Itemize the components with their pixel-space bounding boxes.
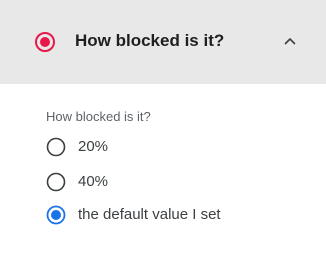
accordion-title: How blocked is it? [75, 31, 225, 50]
radio-option-40[interactable]: 40% [46, 170, 108, 194]
accordion-header[interactable]: How blocked is it? [0, 0, 326, 84]
radio-option-label: 40% [78, 173, 109, 190]
radio-option-default[interactable]: the default value I set [46, 203, 221, 227]
radio-option-label: the default value I set [78, 206, 221, 223]
radio-active-icon [35, 32, 55, 52]
radio-checked-icon[interactable] [46, 205, 66, 225]
radio-option-20[interactable]: 20% [46, 135, 108, 159]
radio-unchecked-icon[interactable] [46, 172, 66, 192]
question-label: How blocked is it? [46, 109, 151, 124]
question-panel: How blocked is it? How blocked is it? 20… [0, 0, 326, 280]
chevron-up-icon[interactable] [282, 33, 298, 49]
accordion-content: How blocked is it? 20% 40% the default v… [0, 84, 326, 280]
radio-option-label: 20% [78, 138, 109, 155]
radio-unchecked-icon[interactable] [46, 137, 66, 157]
